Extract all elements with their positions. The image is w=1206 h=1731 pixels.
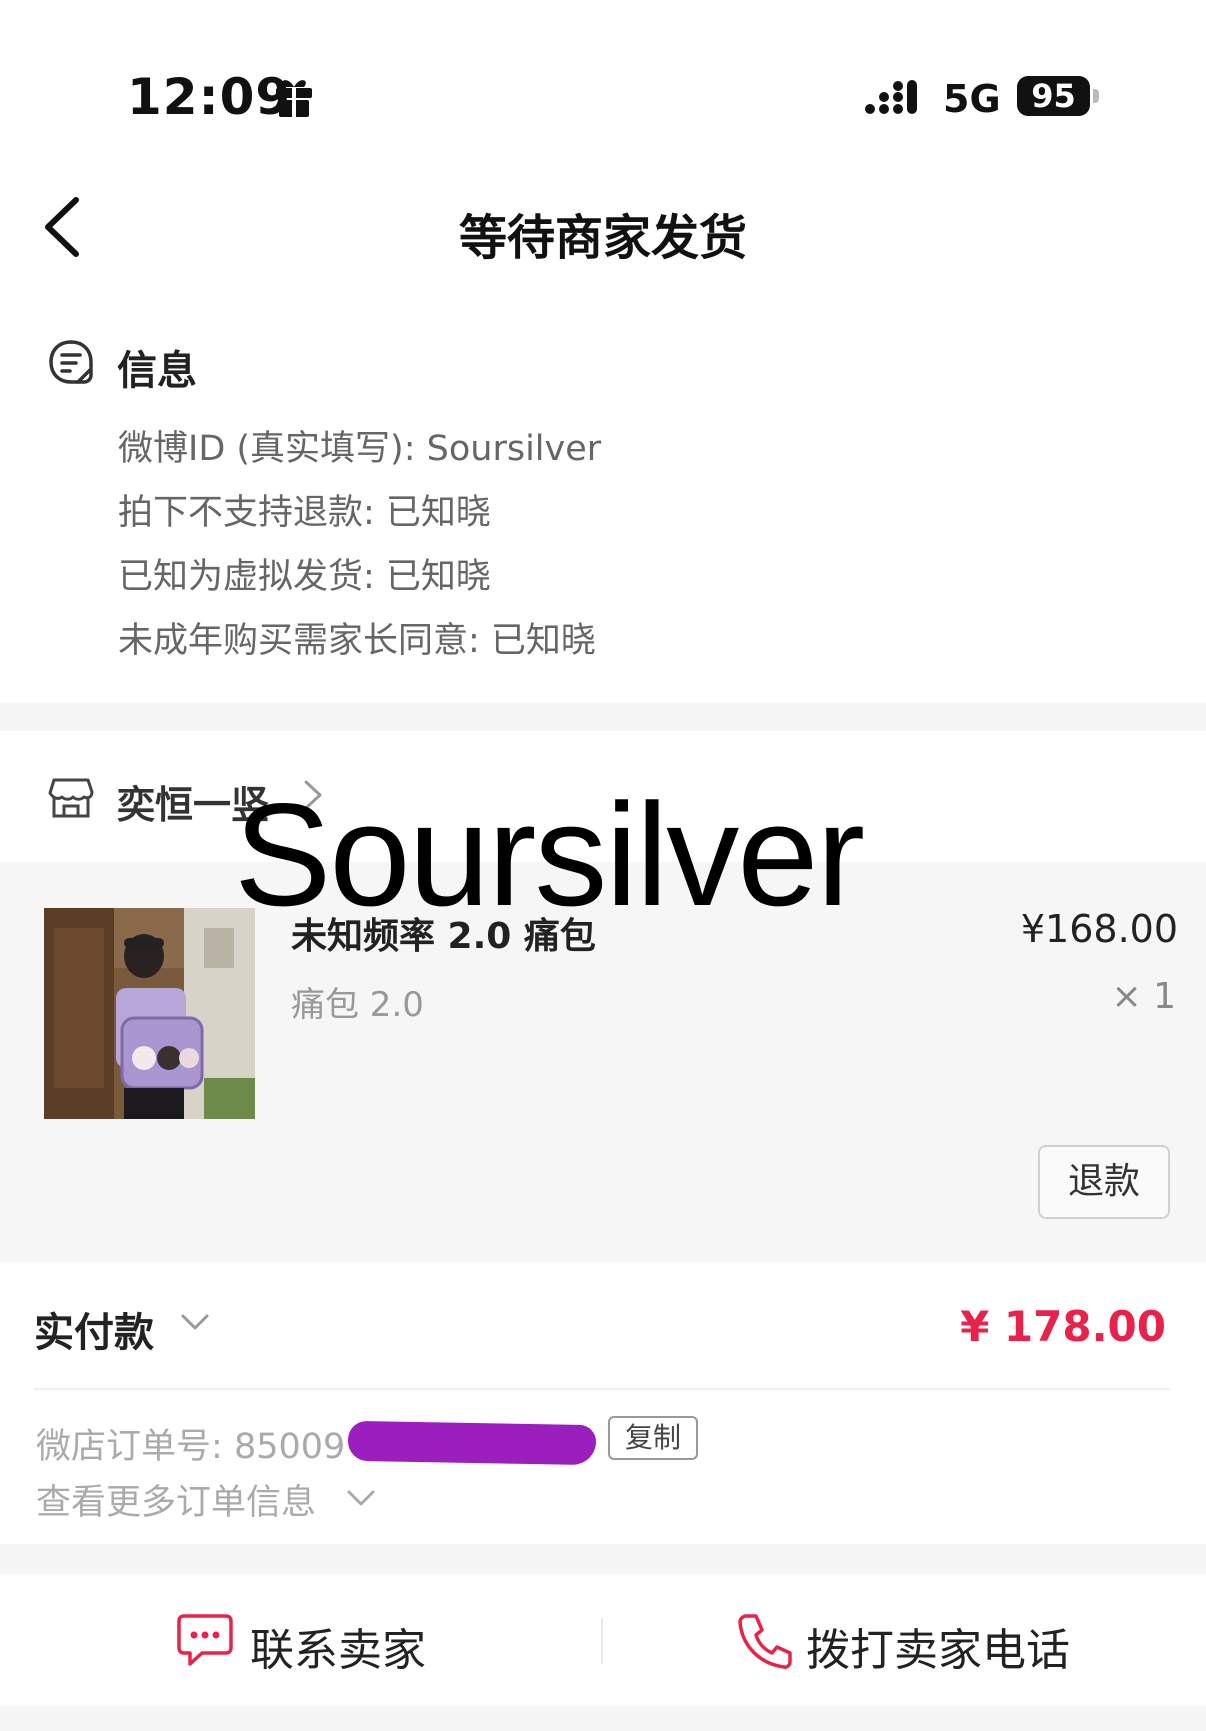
info-line-no-refund: 拍下不支持退款: 已知晓 [118,493,491,533]
info-line-minor: 未成年购买需家长同意: 已知晓 [118,621,596,661]
product-quantity: × 1 [1111,976,1176,1017]
info-doc-icon [49,340,93,384]
section-separator [0,703,1206,731]
paid-amount-label[interactable]: 实付款 [34,1300,154,1358]
battery-cap [1093,89,1099,103]
chevron-down-icon[interactable] [180,1310,210,1334]
network-type: 5G [943,77,1001,121]
info-line-virtual: 已知为虚拟发货: 已知晓 [118,557,491,597]
gift-icon [276,80,312,117]
more-order-info-link[interactable]: 查看更多订单信息 [36,1474,316,1525]
redaction-mark [347,1420,597,1466]
page-title: 等待商家发货 [458,210,747,266]
chat-icon[interactable] [176,1612,234,1668]
contact-seller-button[interactable]: 联系卖家 [250,1614,426,1678]
chevron-down-icon[interactable] [346,1487,376,1509]
order-number: 微店订单号: 85009 [36,1418,345,1469]
copy-button[interactable]: 复制 [608,1416,698,1460]
order-number-label: 微店订单号: [36,1427,223,1467]
bottom-safe-area [0,1706,1206,1731]
refund-button[interactable]: 退款 [1038,1145,1170,1219]
status-time: 12:09 [127,68,292,126]
battery-indicator: 95 [1017,76,1090,116]
divider [34,1388,1170,1390]
product-spec: 痛包 2.0 [291,985,424,1025]
phone-icon[interactable] [736,1612,792,1670]
order-number-value: 85009 [233,1427,346,1467]
info-section-title: 信息 [117,348,197,394]
product-thumbnail[interactable] [44,908,255,1119]
paid-amount: ¥ 178.00 [960,1302,1166,1351]
section-separator [0,1544,1206,1574]
signal-icon [865,80,917,114]
info-line-weibo: 微博ID (真实填写): Soursilver [118,429,602,469]
product-price: ¥168.00 [1020,907,1178,951]
vertical-divider [601,1618,603,1664]
shop-icon [48,778,94,818]
watermark-text: Soursilver [234,773,865,936]
call-seller-button[interactable]: 拨打卖家电话 [806,1614,1070,1678]
